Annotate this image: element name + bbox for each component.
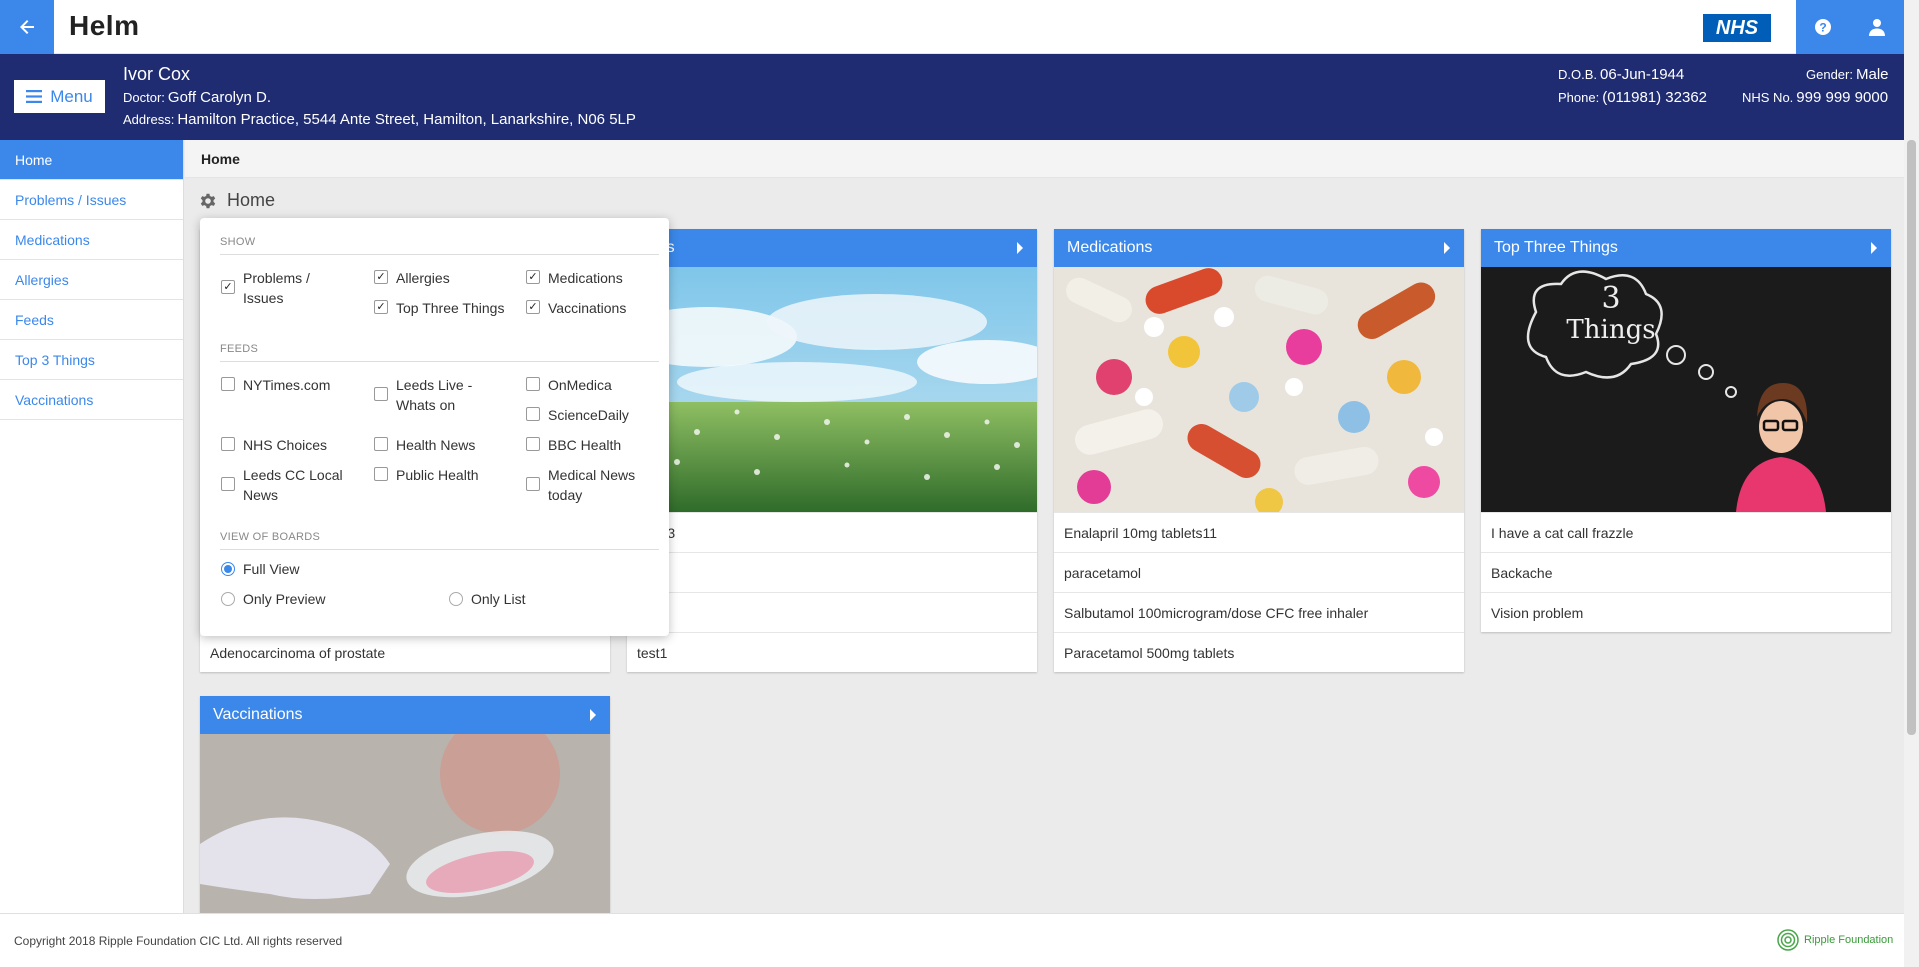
list-item[interactable]: Backache [1481,552,1891,592]
board-allergies-image [627,267,1037,512]
feed-onmedica-checkbox[interactable]: OnMedica [526,375,612,395]
board-medications-title: Medications [1067,239,1153,256]
top-bar: Helm NHS ? [0,0,1904,54]
feed-bbc-health-checkbox[interactable]: BBC Health [526,435,621,455]
list-item[interactable]: test1 [627,632,1037,672]
divider [220,361,659,362]
patient-phone: Phone: (011981) 32362 [1558,89,1708,106]
feed-public-health-checkbox[interactable]: Public Health [374,465,479,485]
feed-leeds-live-checkbox[interactable]: Leeds Live - Whats on [374,375,494,415]
chevron-right-icon[interactable] [1444,242,1450,254]
breadcrumb: Home [185,140,1904,178]
help-icon: ? [1815,19,1831,35]
board-top-three-things[interactable]: Top Three Things 3 Things I have a cat c… [1481,229,1891,632]
feed-nhs-choices-checkbox[interactable]: NHS Choices [221,435,327,455]
nhs-logo: NHS [1703,14,1771,42]
feed-health-news-checkbox[interactable]: Health News [374,435,475,455]
show-top-three-checkbox[interactable]: ✓ Top Three Things [374,298,504,318]
show-section-label: SHOW [220,236,256,248]
patient-address: Address: Hamilton Practice, 5544 Ante Str… [123,111,636,128]
app-brand: Helm [69,10,140,41]
show-problems-checkbox[interactable]: ✓ Problems / Issues [221,268,351,308]
chevron-right-icon[interactable] [1871,242,1877,254]
feed-medical-news-checkbox[interactable]: Medical News today [526,465,651,505]
footer: Copyright 2018 Ripple Foundation CIC Ltd… [0,913,1904,967]
feeds-section-label: FEEDS [220,343,259,355]
menu-button[interactable]: Menu [14,80,105,113]
board-vaccinations[interactable]: Vaccinations [200,696,610,913]
sidebar-item-top-3-things[interactable]: Top 3 Things [0,340,183,380]
sidebar: Home Problems / Issues Medications Aller… [0,140,184,913]
divider [220,549,659,550]
page-title: Home [198,190,275,211]
board-vaccinations-image [200,734,610,913]
list-item[interactable]: Enalapril 10mg tablets11 [1054,512,1464,552]
patient-nhs-number: NHS No. 999 999 9000 [1742,89,1889,106]
sidebar-item-allergies[interactable]: Allergies [0,260,183,300]
board-medications-image [1054,267,1464,512]
patient-doctor: Doctor: Goff Carolyn D. [123,89,272,106]
sidebar-item-home[interactable]: Home [0,140,183,180]
ripple-logo[interactable]: Ripple Foundation [1776,928,1893,952]
list-item[interactable]: I have a cat call frazzle [1481,512,1891,552]
list-item[interactable]: gy [627,592,1037,632]
list-item[interactable]: gy123 [627,512,1037,552]
page-title-text: Home [227,190,276,210]
board-settings-popover: SHOW ✓ Problems / Issues ✓ Allergies ✓ Medi… [200,218,669,636]
divider [220,254,659,255]
show-vaccinations-checkbox[interactable]: ✓ Vaccinations [526,298,626,318]
patient-banner: Menu Ivor Cox Doctor: Goff Carolyn D. Add… [0,54,1904,140]
show-allergies-checkbox[interactable]: ✓ Allergies [374,268,450,288]
list-item[interactable]: Vision problem [1481,592,1891,632]
board-medications[interactable]: Medications Enalapril 10mg tablets11 par… [1054,229,1464,672]
page-scrollbar[interactable] [1904,0,1919,967]
board-top-three-image: 3 Things [1481,267,1891,512]
list-item[interactable]: Paracetamol 500mg tablets [1054,632,1464,672]
menu-label: Menu [50,86,93,106]
sidebar-item-problems[interactable]: Problems / Issues [0,180,183,220]
svg-text:?: ? [1819,21,1826,35]
hamburger-icon [26,90,43,103]
board-top-three-header[interactable]: Top Three Things [1481,229,1891,267]
show-medications-checkbox[interactable]: ✓ Medications [526,268,623,288]
board-vaccinations-title: Vaccinations [213,706,303,723]
patient-gender: Gender: Male [1806,66,1889,83]
back-button[interactable] [0,0,54,54]
board-top-three-title: Top Three Things [1494,239,1618,256]
scrollbar-thumb[interactable] [1907,140,1916,735]
view-full-radio[interactable]: Full View [221,561,300,577]
help-button[interactable]: ? [1796,0,1850,54]
feed-sciencedaily-checkbox[interactable]: ScienceDaily [526,405,629,425]
board-allergies-header[interactable]: rgies [627,229,1037,267]
feed-leeds-cc-checkbox[interactable]: Leeds CC Local News [221,465,351,505]
list-item[interactable]: Salbutamol 100microgram/dose CFC free in… [1054,592,1464,632]
view-preview-radio[interactable]: Only Preview [221,591,325,607]
list-item[interactable]: est [627,552,1037,592]
view-section-label: VIEW OF BOARDS [220,531,321,543]
copyright-text: Copyright 2018 Ripple Foundation CIC Ltd… [14,934,343,948]
board-top-three-image-text: 3 Things [1566,281,1656,345]
user-icon [1869,19,1885,36]
patient-dob: D.O.B. 06-Jun-1944 [1558,66,1685,83]
view-list-radio[interactable]: Only List [449,591,525,607]
sidebar-item-feeds[interactable]: Feeds [0,300,183,340]
chevron-right-icon[interactable] [1017,242,1023,254]
board-allergies[interactable]: rgies gy123 est gy test1 [627,229,1037,672]
user-button[interactable] [1850,0,1904,54]
ripple-icon [1777,929,1799,951]
feed-nytimes-checkbox[interactable]: NYTimes.com [221,375,330,395]
list-item[interactable]: paracetamol [1054,552,1464,592]
gear-icon[interactable] [198,191,218,211]
list-item[interactable]: Adenocarcinoma of prostate [200,632,610,672]
board-medications-header[interactable]: Medications [1054,229,1464,267]
patient-name: Ivor Cox [123,64,191,84]
sidebar-item-medications[interactable]: Medications [0,220,183,260]
board-vaccinations-header[interactable]: Vaccinations [200,696,610,734]
arrow-left-icon [20,20,34,34]
chevron-right-icon[interactable] [590,709,596,721]
sidebar-item-vaccinations[interactable]: Vaccinations [0,380,183,420]
